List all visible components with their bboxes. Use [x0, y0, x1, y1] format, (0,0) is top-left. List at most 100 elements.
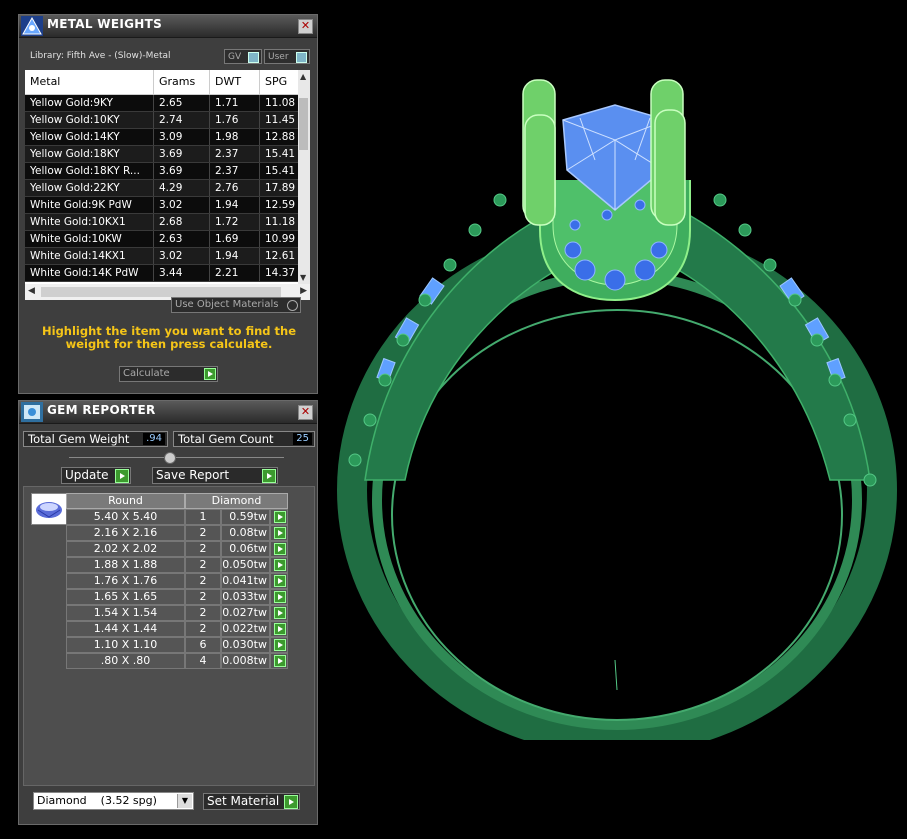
column-header-dwt[interactable]: DWT [210, 70, 260, 94]
table-row[interactable]: 5.40 X 5.40 1 0.59tw [66, 509, 288, 525]
column-header-metal[interactable]: Metal [25, 70, 154, 94]
select-gem-button[interactable] [270, 525, 288, 541]
table-row[interactable]: Yellow Gold:22KY 4.29 2.76 17.89 [25, 180, 310, 197]
play-arrow-icon [274, 655, 286, 667]
table-row[interactable]: 2.02 X 2.02 2 0.06tw [66, 541, 288, 557]
toggle-knob-icon [248, 52, 259, 63]
scrollbar-thumb[interactable] [299, 98, 308, 150]
metal-name: White Gold:9K PdW [25, 197, 154, 213]
select-gem-button[interactable] [270, 637, 288, 653]
table-row[interactable]: Yellow Gold:18KY 3.69 2.37 15.41 [25, 146, 310, 163]
table-row[interactable]: Yellow Gold:9KY 2.65 1.71 11.08 [25, 95, 310, 112]
close-icon[interactable]: ✕ [298, 19, 313, 34]
table-row[interactable]: White Gold:9K PdW 3.02 1.94 12.59 [25, 197, 310, 214]
grams-value: 2.74 [154, 112, 210, 128]
grams-value: 3.44 [154, 265, 210, 281]
gem-weight: 0.59tw [221, 509, 270, 525]
save-report-button[interactable]: Save Report [152, 467, 278, 484]
table-row[interactable]: Yellow Gold:10KY 2.74 1.76 11.45 [25, 112, 310, 129]
gem-count: 2 [185, 589, 221, 605]
metal-table-vertical-scrollbar[interactable]: ▲ ▼ [298, 70, 310, 284]
gem-size: 2.16 X 2.16 [66, 525, 185, 541]
splitter-divider[interactable] [69, 457, 284, 458]
material-select-value: Diamond (3.52 spg) [37, 794, 157, 807]
use-object-materials-toggle[interactable]: Use Object Materials [171, 297, 301, 313]
scroll-right-icon[interactable]: ▶ [300, 286, 307, 296]
metal-name: White Gold:14KX1 [25, 248, 154, 264]
grams-value: 2.68 [154, 214, 210, 230]
grams-value: 2.65 [154, 95, 210, 111]
update-button[interactable]: Update [61, 467, 131, 484]
select-gem-button[interactable] [270, 653, 288, 669]
table-row[interactable]: White Gold:14K PdW 3.44 2.21 14.37 [25, 265, 310, 282]
library-label: Library: Fifth Ave - (Slow)-Metal [30, 51, 171, 61]
update-label: Update [65, 468, 109, 482]
column-header-grams[interactable]: Grams [154, 70, 210, 94]
material-select[interactable]: Diamond (3.52 spg) ▼ [33, 792, 194, 810]
gem-size: 1.44 X 1.44 [66, 621, 185, 637]
table-row[interactable]: Yellow Gold:14KY 3.09 1.98 12.88 [25, 129, 310, 146]
set-material-label: Set Material [207, 794, 280, 808]
select-gem-button[interactable] [270, 621, 288, 637]
grams-value: 3.02 [154, 248, 210, 264]
gem-size: 2.02 X 2.02 [66, 541, 185, 557]
total-gem-count-field: Total Gem Count 25 [173, 431, 315, 447]
select-gem-button[interactable] [270, 573, 288, 589]
select-gem-button[interactable] [270, 557, 288, 573]
metal-weights-panel: METAL WEIGHTS ✕ Library: Fifth Ave - (Sl… [18, 14, 318, 394]
grams-value: 3.09 [154, 129, 210, 145]
table-row[interactable]: 2.16 X 2.16 2 0.08tw [66, 525, 288, 541]
table-row[interactable]: 1.88 X 1.88 2 0.050tw [66, 557, 288, 573]
table-row[interactable]: 1.76 X 1.76 2 0.041tw [66, 573, 288, 589]
gem-table-header: Round Diamond [66, 493, 288, 509]
table-row[interactable]: White Gold:10KX1 2.68 1.72 11.18 [25, 214, 310, 231]
gem-reporter-title: GEM REPORTER [47, 403, 156, 417]
chevron-down-icon[interactable]: ▼ [177, 794, 192, 808]
gv-toggle-label: GV [228, 52, 242, 62]
gv-toggle[interactable]: GV [224, 49, 262, 64]
metal-name: Yellow Gold:14KY [25, 129, 154, 145]
gem-reporter-titlebar[interactable]: GEM REPORTER ✕ [19, 401, 317, 424]
table-row[interactable]: 1.65 X 1.65 2 0.033tw [66, 589, 288, 605]
gem-count: 2 [185, 573, 221, 589]
dwt-value: 1.69 [210, 231, 260, 247]
table-row[interactable]: 1.54 X 1.54 2 0.027tw [66, 605, 288, 621]
select-gem-button[interactable] [270, 541, 288, 557]
total-gem-weight-label: Total Gem Weight [28, 432, 130, 446]
calculate-button[interactable]: Calculate [119, 366, 218, 382]
table-row[interactable]: 1.44 X 1.44 2 0.022tw [66, 621, 288, 637]
gem-reporter-panel: GEM REPORTER ✕ Total Gem Weight .94 Tota… [18, 400, 318, 825]
column-header-material: Diamond [185, 493, 288, 509]
user-toggle[interactable]: User [264, 49, 310, 64]
table-row[interactable]: White Gold:10KW 2.63 1.69 10.99 [25, 231, 310, 248]
dwt-value: 2.37 [210, 163, 260, 179]
metal-weights-titlebar[interactable]: METAL WEIGHTS ✕ [19, 15, 317, 38]
metal-name: Yellow Gold:18KY R... [25, 163, 154, 179]
table-row[interactable]: White Gold:14KX1 3.02 1.94 12.61 [25, 248, 310, 265]
select-gem-button[interactable] [270, 589, 288, 605]
gem-count: 6 [185, 637, 221, 653]
close-icon[interactable]: ✕ [298, 405, 313, 420]
ring-wireframe-render [337, 79, 897, 755]
gem-table: Round Diamond 5.40 X 5.40 1 0.59tw 2.16 X … [66, 493, 288, 669]
dwt-value: 1.71 [210, 95, 260, 111]
table-row[interactable]: 1.10 X 1.10 6 0.030tw [66, 637, 288, 653]
select-gem-button[interactable] [270, 605, 288, 621]
dwt-value: 2.21 [210, 265, 260, 281]
ring-3d-viewport[interactable] [325, 60, 907, 755]
table-row[interactable]: .80 X .80 4 0.008tw [66, 653, 288, 669]
set-material-button[interactable]: Set Material [203, 793, 300, 810]
scrollbar-thumb[interactable] [41, 287, 281, 297]
gem-count: 4 [185, 653, 221, 669]
dwt-value: 1.94 [210, 197, 260, 213]
gem-size: 1.65 X 1.65 [66, 589, 185, 605]
select-gem-button[interactable] [270, 509, 288, 525]
radio-icon [287, 300, 298, 311]
scroll-down-icon[interactable]: ▼ [300, 273, 306, 282]
table-row[interactable]: Yellow Gold:18KY R... 3.69 2.37 15.41 [25, 163, 310, 180]
scroll-up-icon[interactable]: ▲ [300, 72, 306, 81]
splitter-handle-icon[interactable] [164, 452, 176, 464]
scroll-left-icon[interactable]: ◀ [28, 286, 35, 296]
gem-weight: 0.050tw [221, 557, 270, 573]
gem-weight: 0.033tw [221, 589, 270, 605]
